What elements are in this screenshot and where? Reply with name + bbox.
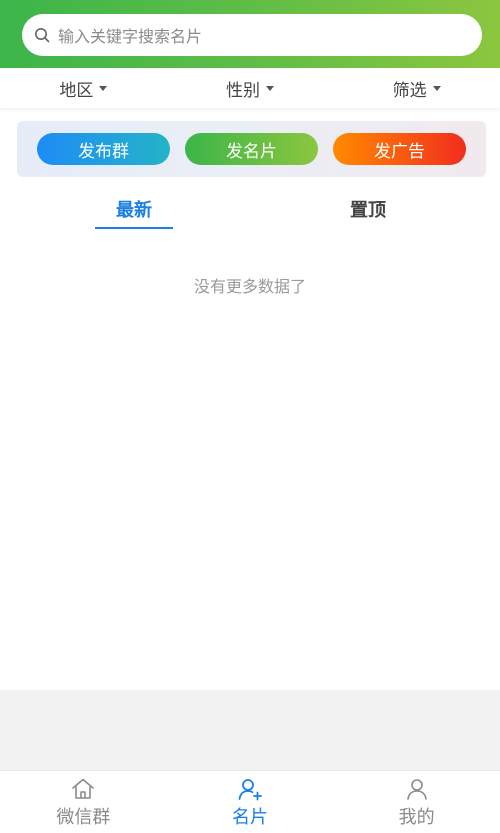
bottom-tab-bar: 微信群 名片 我的 (0, 770, 500, 833)
tab-latest[interactable]: 最新 (74, 196, 194, 222)
filter-gender-label: 性别 (226, 80, 260, 101)
search-icon (35, 28, 50, 43)
search-placeholder: 输入关键字搜索名片 (58, 27, 203, 46)
filter-bar: 地区 性别 筛选 (0, 68, 500, 108)
tabbar-label: 名片 (232, 807, 268, 828)
content-tabs: 最新 置顶 (0, 196, 500, 236)
caret-down-icon (99, 85, 108, 91)
user-icon (406, 779, 427, 800)
tabbar-item-cards[interactable]: 名片 (167, 771, 334, 833)
empty-state-message: 没有更多数据了 (193, 277, 306, 296)
tabbar-item-me[interactable]: 我的 (333, 771, 500, 833)
top-header: 输入关键字搜索名片 (0, 0, 500, 68)
active-tab-indicator (95, 227, 173, 229)
tabbar-label: 微信群 (56, 807, 111, 828)
caret-down-icon (432, 85, 441, 91)
action-panel: 发布群 发名片 发广告 (17, 121, 486, 177)
filter-gender[interactable]: 性别 (167, 68, 334, 108)
publish-group-button[interactable]: 发布群 (37, 133, 170, 165)
add-user-icon (238, 779, 262, 801)
filter-more-label: 筛选 (392, 80, 427, 101)
publish-card-button[interactable]: 发名片 (185, 133, 318, 165)
publish-ad-button[interactable]: 发广告 (333, 133, 466, 165)
search-input[interactable]: 输入关键字搜索名片 (22, 14, 482, 56)
filter-region[interactable]: 地区 (0, 68, 167, 108)
bottom-spacer (0, 690, 500, 770)
filter-region-label: 地区 (59, 80, 94, 101)
tab-pinned[interactable]: 置顶 (308, 196, 428, 222)
caret-down-icon (266, 85, 274, 91)
tabbar-item-groups[interactable]: 微信群 (0, 771, 167, 833)
tabbar-label: 我的 (398, 807, 435, 828)
filter-more[interactable]: 筛选 (333, 68, 500, 108)
home-icon (72, 778, 95, 799)
